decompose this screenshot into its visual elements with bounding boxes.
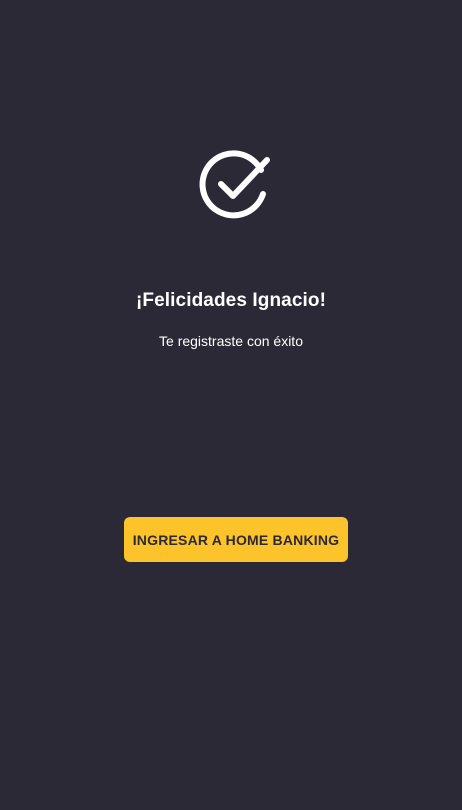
check-circle-icon: [199, 150, 270, 219]
success-screen: ¡Felicidades Ignacio! Te registraste con…: [0, 0, 462, 810]
success-subtitle: Te registraste con éxito: [159, 333, 303, 349]
success-title: ¡Felicidades Ignacio!: [135, 290, 327, 311]
login-home-banking-button-label: INGRESAR A HOME BANKING: [132, 531, 340, 548]
login-home-banking-button[interactable]: INGRESAR A HOME BANKING: [124, 517, 348, 562]
